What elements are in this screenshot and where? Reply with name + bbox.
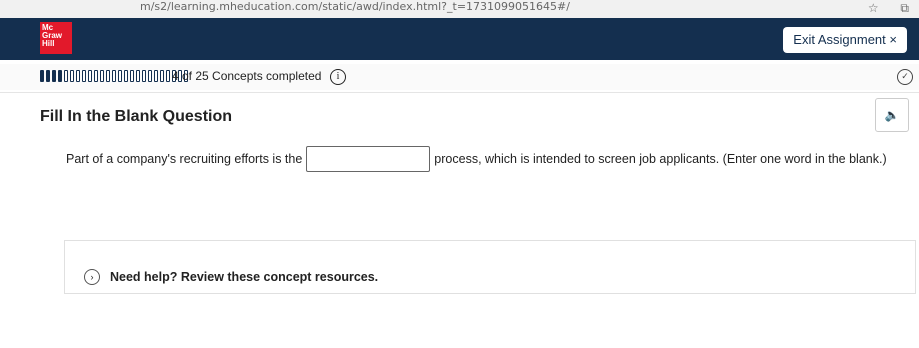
progress-segments — [40, 70, 190, 82]
progress-segment — [76, 70, 80, 82]
question-text-before: Part of a company's recruiting efforts i… — [66, 152, 303, 166]
help-link[interactable]: › Need help? Review these concept resour… — [84, 269, 378, 285]
progress-segment — [154, 70, 158, 82]
progress-segment — [124, 70, 128, 82]
progress-segment — [130, 70, 134, 82]
exit-label: Exit Assignment — [793, 32, 886, 47]
check-circle-icon: ✓ — [897, 69, 913, 85]
progress-segment — [58, 70, 62, 82]
progress-segment — [142, 70, 146, 82]
progress-segment — [46, 70, 50, 82]
help-label: Need help? Review these concept resource… — [110, 270, 379, 284]
star-icon[interactable]: ☆ — [868, 1, 879, 15]
close-icon: × — [889, 32, 897, 47]
app-header: Mc Graw Hill Exit Assignment × — [0, 18, 919, 60]
speaker-icon: 🔈 — [884, 108, 900, 122]
progress-segment — [64, 70, 68, 82]
browser-icons: ☆ ⧉ — [850, 1, 909, 16]
progress-segment — [160, 70, 164, 82]
progress-segment — [100, 70, 104, 82]
mcgraw-hill-logo: Mc Graw Hill — [40, 22, 72, 54]
url-text[interactable]: m/s2/learning.mheducation.com/static/awd… — [140, 0, 570, 14]
progress-segment — [88, 70, 92, 82]
help-box — [64, 240, 916, 294]
progress-segment — [52, 70, 56, 82]
question-text-after: process, which is intended to screen job… — [434, 152, 887, 166]
progress-segment — [148, 70, 152, 82]
question-text: Part of a company's recruiting efforts i… — [66, 146, 916, 172]
progress-segment — [82, 70, 86, 82]
progress-segment — [106, 70, 110, 82]
progress-segment — [94, 70, 98, 82]
copy-icon[interactable]: ⧉ — [900, 1, 909, 15]
progress-segment — [40, 70, 44, 82]
progress-text: 4 of 25 Concepts completed — [172, 69, 322, 83]
divider — [0, 92, 919, 93]
progress-segment — [112, 70, 116, 82]
logo-line: Hill — [42, 39, 55, 48]
chevron-right-icon: › — [84, 269, 100, 285]
progress-segment — [70, 70, 74, 82]
progress-segment — [136, 70, 140, 82]
browser-bar: m/s2/learning.mheducation.com/static/awd… — [0, 0, 919, 19]
exit-assignment-button[interactable]: Exit Assignment × — [783, 27, 907, 53]
progress-row: 4 of 25 Concepts completed i ✓ — [0, 64, 919, 90]
question-title: Fill In the Blank Question — [40, 108, 233, 125]
progress-segment — [118, 70, 122, 82]
audio-button[interactable]: 🔈 — [875, 98, 909, 132]
info-icon[interactable]: i — [330, 69, 346, 85]
blank-input[interactable] — [306, 146, 431, 172]
progress-segment — [166, 70, 170, 82]
